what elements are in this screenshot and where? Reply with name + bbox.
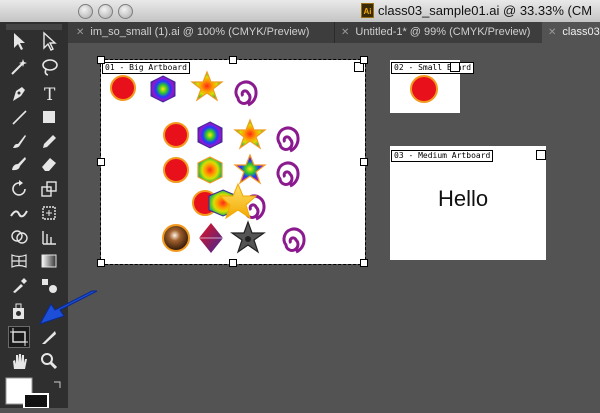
blue-arrow-annotation bbox=[38, 290, 98, 325]
annotation-overlay bbox=[38, 290, 98, 325]
